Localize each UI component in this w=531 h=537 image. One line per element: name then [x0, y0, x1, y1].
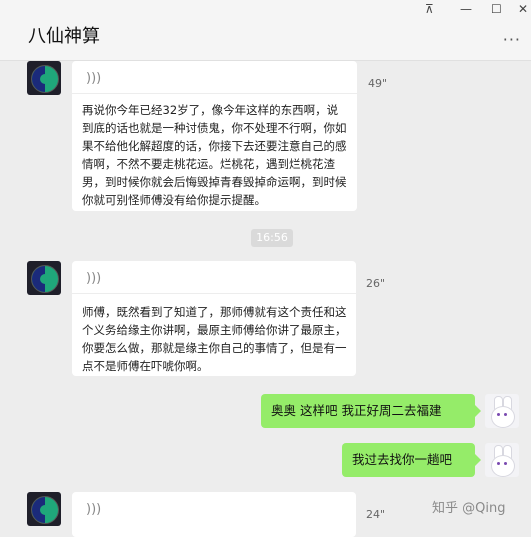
voice-message[interactable]: ))): [72, 492, 356, 537]
sent-text-message[interactable]: 奥奥 这样吧 我正好周二去福建: [261, 394, 481, 428]
watermark: 知乎 @Qing: [432, 501, 506, 516]
voice-duration: 24": [366, 508, 386, 521]
user-avatar[interactable]: [485, 394, 519, 428]
maximize-icon[interactable]: ☐: [491, 2, 502, 16]
timestamp: 16:56: [251, 229, 293, 247]
voice-wave-icon: ))): [86, 271, 102, 286]
user-avatar[interactable]: [485, 443, 519, 477]
divider: [72, 293, 356, 294]
yin-yang-icon: [31, 496, 59, 524]
voice-duration: 26": [366, 277, 386, 290]
voice-transcript: 再说你今年已经32岁了，像今年这样的东西啊，说到底的话也就是一种讨债鬼，你不处理…: [82, 103, 347, 207]
sender-avatar[interactable]: [27, 261, 61, 295]
voice-wave-icon: ))): [86, 502, 102, 517]
sender-avatar[interactable]: [27, 492, 61, 526]
voice-wave-icon: ))): [86, 71, 102, 86]
more-options-icon[interactable]: ···: [503, 30, 521, 49]
sender-avatar[interactable]: [27, 61, 61, 95]
voice-message[interactable]: ))) 师傅，既然看到了知道了，那师傅就有这个责任和这个义务给缘主你讲啊，最原主…: [72, 261, 356, 376]
sent-text-message[interactable]: 我过去找你一趟吧: [342, 443, 481, 477]
title-bar: 八仙神算 ⊼ — ☐ ✕ ···: [0, 0, 531, 61]
close-icon[interactable]: ✕: [518, 2, 528, 16]
yin-yang-icon: [31, 65, 59, 93]
voice-message[interactable]: ))) 再说你今年已经32岁了，像今年这样的东西啊，说到底的话也就是一种讨债鬼，…: [72, 61, 357, 211]
chat-title: 八仙神算: [28, 26, 100, 47]
yin-yang-icon: [31, 265, 59, 293]
pin-icon[interactable]: ⊼: [425, 2, 434, 16]
divider: [72, 93, 357, 94]
voice-duration: 49": [368, 77, 388, 90]
minimize-icon[interactable]: —: [460, 2, 472, 16]
voice-transcript: 师傅，既然看到了知道了，那师傅就有这个责任和这个义务给缘主你讲啊，最原主师傅给你…: [82, 305, 347, 373]
